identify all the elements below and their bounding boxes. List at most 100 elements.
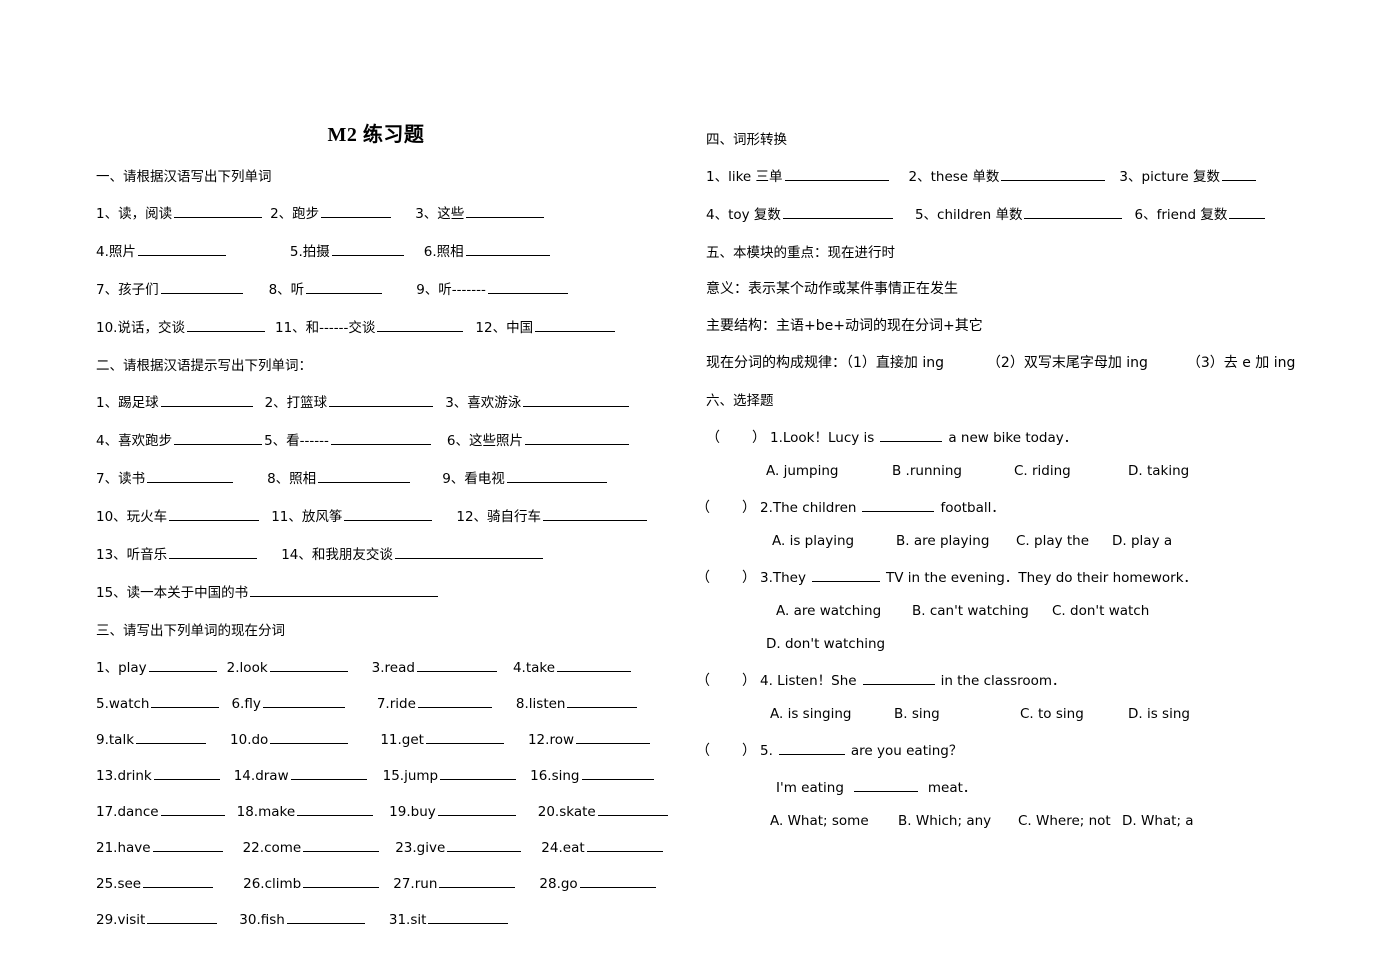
- answer-blank[interactable]: [169, 507, 260, 521]
- answer-blank[interactable]: [579, 874, 656, 888]
- answer-blank[interactable]: [428, 910, 509, 924]
- mc-option[interactable]: A. jumping: [766, 463, 892, 479]
- answer-blank[interactable]: [321, 204, 392, 218]
- answer-box-close[interactable]: ）: [742, 674, 756, 689]
- mc-option[interactable]: D. What; a: [1122, 813, 1194, 829]
- answer-blank[interactable]: [151, 694, 220, 708]
- answer-blank[interactable]: [440, 766, 517, 780]
- mc-option[interactable]: A. is playing: [772, 533, 896, 549]
- answer-blank[interactable]: [447, 838, 522, 852]
- mc-option[interactable]: D. play a: [1112, 533, 1172, 549]
- answer-box-open[interactable]: （: [696, 497, 742, 517]
- answer-box-open[interactable]: （: [696, 670, 742, 690]
- answer-blank[interactable]: [297, 802, 374, 816]
- answer-blank[interactable]: [523, 393, 630, 407]
- answer-blank[interactable]: [506, 469, 607, 483]
- answer-blank[interactable]: [425, 730, 504, 744]
- answer-blank[interactable]: [557, 658, 632, 672]
- mc-blank[interactable]: [862, 498, 935, 512]
- answer-blank[interactable]: [466, 204, 545, 218]
- answer-blank[interactable]: [329, 393, 434, 407]
- mc-option[interactable]: A. What; some: [770, 813, 898, 829]
- answer-blank[interactable]: [147, 910, 218, 924]
- answer-blank[interactable]: [439, 874, 516, 888]
- mc-option[interactable]: B .running: [892, 463, 1014, 479]
- answer-blank[interactable]: [290, 766, 367, 780]
- mc-subline-blank[interactable]: [853, 778, 918, 792]
- answer-blank[interactable]: [331, 242, 404, 256]
- answer-blank[interactable]: [535, 318, 616, 332]
- answer-blank[interactable]: [174, 431, 263, 445]
- mc-option[interactable]: C. play the: [1016, 533, 1112, 549]
- answer-blank[interactable]: [136, 730, 207, 744]
- answer-blank[interactable]: [160, 393, 253, 407]
- answer-box-close[interactable]: ）: [742, 501, 756, 516]
- answer-blank[interactable]: [465, 242, 550, 256]
- answer-blank[interactable]: [543, 507, 648, 521]
- answer-blank[interactable]: [137, 242, 226, 256]
- answer-box-close[interactable]: ）: [752, 431, 766, 446]
- answer-blank[interactable]: [417, 694, 492, 708]
- answer-blank[interactable]: [174, 204, 263, 218]
- answer-blank[interactable]: [147, 469, 234, 483]
- answer-blank[interactable]: [487, 280, 568, 294]
- mc-option[interactable]: C. Where; not: [1018, 813, 1122, 829]
- answer-blank[interactable]: [784, 167, 889, 181]
- mc-option[interactable]: B. are playing: [896, 533, 1016, 549]
- answer-blank[interactable]: [270, 730, 349, 744]
- mc-option[interactable]: C. to sing: [1020, 706, 1128, 722]
- mc-option[interactable]: B. sing: [894, 706, 1020, 722]
- mc-option[interactable]: A. is singing: [770, 706, 894, 722]
- answer-blank[interactable]: [143, 874, 214, 888]
- answer-blank[interactable]: [303, 838, 380, 852]
- answer-blank[interactable]: [377, 318, 464, 332]
- answer-blank[interactable]: [1221, 167, 1256, 181]
- mc-option[interactable]: C. riding: [1014, 463, 1128, 479]
- answer-blank[interactable]: [330, 431, 431, 445]
- answer-blank[interactable]: [344, 507, 433, 521]
- answer-blank[interactable]: [169, 545, 258, 559]
- mc-blank[interactable]: [880, 428, 943, 442]
- answer-blank[interactable]: [286, 910, 365, 924]
- mc-option[interactable]: D. is sing: [1128, 706, 1190, 722]
- answer-box-close[interactable]: ）: [742, 571, 756, 586]
- answer-box-open[interactable]: （: [706, 427, 752, 447]
- mc-option[interactable]: D. taking: [1128, 463, 1189, 479]
- answer-blank[interactable]: [160, 802, 225, 816]
- answer-blank[interactable]: [160, 280, 243, 294]
- answer-blank[interactable]: [416, 658, 497, 672]
- answer-blank[interactable]: [1229, 205, 1266, 219]
- mc-blank[interactable]: [862, 671, 935, 685]
- answer-box-open[interactable]: （: [696, 740, 742, 760]
- answer-blank[interactable]: [152, 838, 223, 852]
- answer-blank[interactable]: [525, 431, 630, 445]
- mc-option[interactable]: A. are watching: [776, 603, 912, 619]
- answer-blank[interactable]: [1024, 205, 1123, 219]
- mc-option[interactable]: C. don't watch: [1052, 603, 1149, 619]
- answer-blank[interactable]: [186, 318, 265, 332]
- mc-blank[interactable]: [811, 568, 880, 582]
- answer-blank[interactable]: [318, 469, 411, 483]
- answer-blank[interactable]: [586, 838, 663, 852]
- answer-blank[interactable]: [581, 766, 654, 780]
- answer-blank[interactable]: [148, 658, 217, 672]
- mc-option[interactable]: B. Which; any: [898, 813, 1018, 829]
- answer-blank[interactable]: [269, 658, 348, 672]
- mc-option[interactable]: D. don't watching: [766, 636, 885, 652]
- answer-blank[interactable]: [262, 694, 345, 708]
- answer-blank[interactable]: [250, 583, 439, 597]
- answer-box-open[interactable]: （: [696, 567, 742, 587]
- answer-box-close[interactable]: ）: [742, 744, 756, 759]
- answer-blank[interactable]: [303, 874, 380, 888]
- mc-blank[interactable]: [778, 741, 845, 755]
- answer-blank[interactable]: [394, 545, 543, 559]
- answer-blank[interactable]: [576, 730, 650, 744]
- mc-option[interactable]: B. can't watching: [912, 603, 1052, 619]
- answer-blank[interactable]: [1001, 167, 1106, 181]
- answer-blank[interactable]: [597, 802, 668, 816]
- answer-blank[interactable]: [306, 280, 383, 294]
- answer-blank[interactable]: [567, 694, 638, 708]
- answer-blank[interactable]: [437, 802, 516, 816]
- answer-blank[interactable]: [153, 766, 220, 780]
- answer-blank[interactable]: [782, 205, 893, 219]
